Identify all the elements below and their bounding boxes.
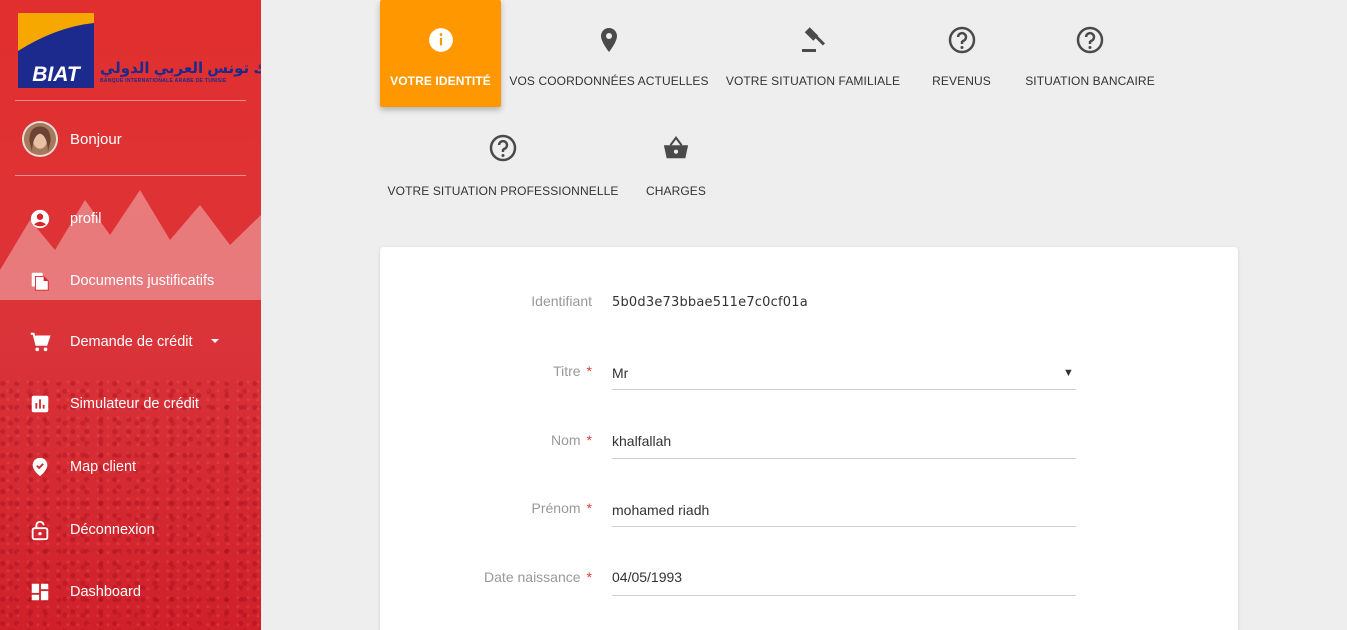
- step-label: VOTRE SITUATION PROFESSIONNELLE: [387, 184, 619, 198]
- field-label: Prénom *: [532, 500, 592, 516]
- sidebar-item-documents[interactable]: Documents justificatifs: [28, 267, 214, 295]
- field-label-text: Identifiant: [531, 293, 592, 309]
- field-underline: [612, 526, 1076, 527]
- basket-icon: [662, 134, 690, 162]
- sidebar-item-label: Map client: [70, 459, 137, 475]
- help-circle-icon: [948, 26, 976, 54]
- help-circle-icon: [489, 134, 517, 162]
- sidebar-item-label: profil: [70, 211, 102, 227]
- field-label: Identifiant: [531, 293, 592, 309]
- identity-form-card: Identifiant 5b0d3e73bbae511e7c0cf01a Tit…: [380, 247, 1238, 630]
- nom-input[interactable]: khalfallah: [612, 433, 1076, 449]
- step-label: VOTRE SITUATION FAMILIALE: [725, 74, 901, 88]
- lock-open-icon: [28, 518, 52, 542]
- cart-icon: [28, 330, 52, 354]
- divider: [15, 175, 246, 176]
- help-circle-icon: [1076, 26, 1104, 54]
- field-underline: [612, 389, 1076, 390]
- step-label: VOTRE IDENTITÉ: [390, 74, 491, 88]
- sidebar-item-profil[interactable]: profil: [28, 205, 101, 233]
- info-icon: [427, 26, 455, 54]
- titre-select[interactable]: Mr: [612, 365, 1076, 381]
- required-asterisk: *: [586, 432, 592, 448]
- field-label: Titre *: [553, 363, 592, 379]
- step-situation-familiale[interactable]: VOTRE SITUATION FAMILIALE: [725, 26, 901, 88]
- biat-logo-mark: BIAT: [18, 13, 94, 88]
- step-label: REVENUS: [932, 74, 991, 88]
- select-arrow-icon[interactable]: ▼: [1063, 367, 1074, 379]
- sidebar-item-label: Demande de crédit: [70, 334, 193, 350]
- sidebar: BIAT بنك تونس العربي الدولي BANQUE INTER…: [0, 0, 261, 630]
- identifiant-value: 5b0d3e73bbae511e7c0cf01a: [612, 295, 808, 310]
- documents-icon: [28, 269, 52, 293]
- step-situation-bancaire[interactable]: SITUATION BANCAIRE: [1025, 26, 1155, 88]
- field-underline: [612, 458, 1076, 459]
- logo-subtitle: BANQUE INTERNATIONALE ARABE DE TUNISIE: [100, 78, 227, 84]
- sidebar-item-label: Documents justificatifs: [70, 273, 215, 289]
- required-asterisk: *: [586, 569, 592, 585]
- greeting-text: Bonjour: [70, 130, 122, 148]
- divider: [15, 100, 246, 101]
- field-label: Date naissance *: [484, 569, 592, 585]
- account-circle-icon: [28, 207, 52, 231]
- required-asterisk: *: [586, 500, 592, 516]
- step-label: SITUATION BANCAIRE: [1025, 74, 1155, 88]
- gavel-icon: [799, 26, 827, 54]
- field-label-text: Titre: [553, 363, 581, 379]
- logo-text: BIAT: [32, 63, 82, 86]
- prenom-input[interactable]: mohamed riadh: [612, 502, 1076, 518]
- location-pin-icon: [595, 26, 623, 54]
- dashboard-icon: [28, 580, 52, 604]
- sidebar-item-simulateur[interactable]: Simulateur de crédit: [28, 390, 199, 418]
- sidebar-item-map-client[interactable]: Map client: [28, 453, 136, 481]
- step-votre-identite[interactable]: VOTRE IDENTITÉ: [380, 0, 501, 107]
- user-panel[interactable]: Bonjour: [22, 121, 122, 157]
- verified-pin-icon: [28, 455, 52, 479]
- field-label-text: Nom: [550, 432, 581, 448]
- step-charges[interactable]: CHARGES: [641, 134, 711, 198]
- field-label: Nom *: [551, 432, 592, 448]
- chevron-down-icon[interactable]: [210, 334, 220, 350]
- sidebar-item-dashboard[interactable]: Dashboard: [28, 578, 141, 606]
- sidebar-item-demande-credit[interactable]: Demande de crédit: [28, 328, 219, 356]
- sidebar-item-label: Simulateur de crédit: [70, 396, 199, 412]
- step-vos-coordonnees[interactable]: VOS COORDONNÉES ACTUELLES: [509, 26, 709, 88]
- biat-logo[interactable]: BIAT بنك تونس العربي الدولي BANQUE INTER…: [18, 13, 261, 89]
- avatar-image: [24, 123, 56, 155]
- step-revenus[interactable]: REVENUS: [921, 26, 1002, 88]
- date-naissance-input[interactable]: 04/05/1993: [612, 569, 1076, 585]
- sidebar-item-deconnexion[interactable]: Déconnexion: [28, 516, 155, 544]
- step-label: VOS COORDONNÉES ACTUELLES: [509, 74, 709, 88]
- field-label-text: Date naissance: [484, 569, 581, 585]
- step-label: CHARGES: [645, 184, 707, 198]
- required-asterisk: *: [586, 363, 592, 379]
- field-underline: [612, 595, 1076, 596]
- logo-arabic-name: بنك تونس العربي الدولي: [100, 60, 261, 77]
- step-situation-professionnelle[interactable]: VOTRE SITUATION PROFESSIONNELLE: [388, 134, 618, 198]
- avatar[interactable]: [22, 121, 58, 157]
- field-label-text: Prénom: [531, 500, 581, 516]
- sidebar-item-label: Déconnexion: [70, 522, 155, 538]
- bar-chart-icon: [28, 392, 52, 416]
- sidebar-item-label: Dashboard: [70, 584, 141, 600]
